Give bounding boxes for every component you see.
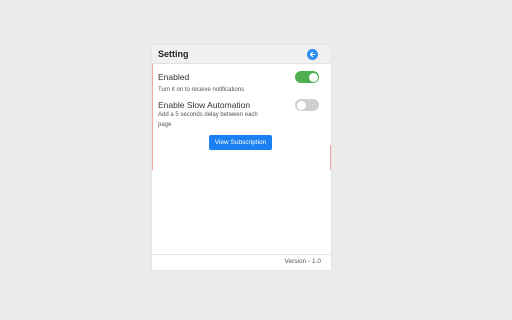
version-text: Version - 1.0 <box>284 258 322 265</box>
view-subscription-button[interactable]: View Subscription <box>209 135 272 150</box>
slow-automation-label: Enable Slow Automation <box>158 100 251 110</box>
left-edge-line <box>152 64 153 170</box>
page-title: Setting <box>158 49 189 59</box>
slow-automation-description-line1: Add a 5 seconds delay between each <box>158 112 258 118</box>
enabled-toggle[interactable] <box>295 71 319 83</box>
toggle-knob <box>308 72 318 82</box>
header-bar: Setting <box>152 45 331 64</box>
enabled-label: Enabled <box>158 72 190 82</box>
slow-automation-toggle[interactable] <box>295 99 319 111</box>
footer-divider <box>152 254 331 255</box>
right-edge-line <box>330 145 331 170</box>
back-button[interactable] <box>307 49 318 60</box>
settings-popup: Setting Enabled Turn it on to receive no… <box>152 45 331 270</box>
enabled-description: Turn it on to receive notifications <box>158 87 245 93</box>
slow-automation-description-line2: page <box>158 122 172 128</box>
toggle-knob <box>296 100 306 110</box>
arrow-left-icon <box>309 51 316 58</box>
